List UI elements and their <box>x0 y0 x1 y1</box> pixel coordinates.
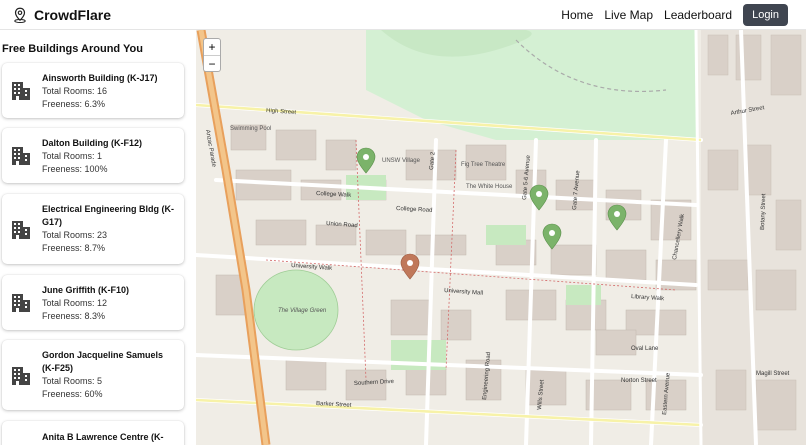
location-pin-icon <box>14 7 26 23</box>
map-label-norton-street: Norton Street <box>621 378 657 384</box>
live-map[interactable]: High Street College Walk College Road Un… <box>196 30 806 445</box>
zoom-in-button[interactable]: + <box>204 39 220 55</box>
map-canvas[interactable]: High Street College Walk College Road Un… <box>196 30 806 445</box>
building-freeness: Freeness: 100% <box>42 164 108 174</box>
building-total-rooms: Total Rooms: 5 <box>42 376 103 386</box>
nav-live-map-link[interactable]: Live Map <box>604 8 653 22</box>
building-freeness: Freeness: 8.3% <box>42 311 106 321</box>
map-label-botany-street: Botany Street <box>760 193 767 230</box>
building-name: Anita B Lawrence Centre (K- <box>42 432 164 442</box>
map-label-magill-street: Magill Street <box>756 371 790 377</box>
map-label-village-green: The Village Green <box>278 308 327 314</box>
sidebar: Free Buildings Around You Ainsworth Buil… <box>0 30 196 445</box>
building-total-rooms: Total Rooms: 23 <box>42 230 108 240</box>
building-icon <box>12 367 30 385</box>
building-name: Gordon Jacqueline Samuels (K-F25) <box>42 350 164 373</box>
sidebar-title: Free Buildings Around You <box>2 43 143 55</box>
building-card[interactable]: Ainsworth Building (K-J17) Total Rooms: … <box>2 63 184 118</box>
zoom-control: + − <box>203 38 221 72</box>
building-card[interactable]: June Griffith (K-F10) Total Rooms: 12 Fr… <box>2 275 184 330</box>
building-freeness: Freeness: 60% <box>42 389 103 399</box>
building-icon <box>12 221 30 239</box>
building-icon <box>12 147 30 165</box>
building-total-rooms: Total Rooms: 16 <box>42 86 108 96</box>
building-total-rooms: Total Rooms: 12 <box>42 298 108 308</box>
brand[interactable]: CrowdFlare <box>11 6 111 24</box>
top-navbar: CrowdFlare Home Live Map Leaderboard Log… <box>0 0 806 30</box>
building-name: Dalton Building (K-F12) <box>42 138 142 148</box>
building-card[interactable]: Gordon Jacqueline Samuels (K-F25) Total … <box>2 340 184 410</box>
map-label-oval-lane: Oval Lane <box>631 346 659 352</box>
building-freeness: Freeness: 8.7% <box>42 243 106 253</box>
building-card[interactable]: Electrical Engineering Bldg (K-G17) Tota… <box>2 194 184 264</box>
map-label-swimming-pool: Swimming Pool <box>230 126 271 132</box>
building-icon <box>12 294 30 312</box>
map-label-unsw-village: UNSW Village <box>382 158 421 164</box>
building-freeness: Freeness: 6.3% <box>42 99 106 109</box>
building-name: Ainsworth Building (K-J17) <box>42 73 158 83</box>
building-name: Electrical Engineering Bldg (K-G17) <box>42 204 175 227</box>
building-card[interactable]: Dalton Building (K-F12) Total Rooms: 1 F… <box>2 128 184 183</box>
app-name: CrowdFlare <box>34 6 112 23</box>
building-total-rooms: Total Rooms: 1 <box>42 151 103 161</box>
building-icon <box>12 82 30 100</box>
map-label-fig-tree-theatre: Fig Tree Theatre <box>461 162 506 168</box>
nav-leaderboard-link[interactable]: Leaderboard <box>664 8 732 22</box>
map-label-white-house: The White House <box>466 184 513 190</box>
nav-menu: Home Live Map Leaderboard Login <box>561 0 806 30</box>
zoom-out-button[interactable]: − <box>204 55 220 71</box>
nav-home-link[interactable]: Home <box>561 8 593 22</box>
building-name: June Griffith (K-F10) <box>42 285 129 295</box>
login-button[interactable]: Login <box>743 4 788 26</box>
building-card[interactable]: Anita B Lawrence Centre (K- <box>2 421 184 445</box>
